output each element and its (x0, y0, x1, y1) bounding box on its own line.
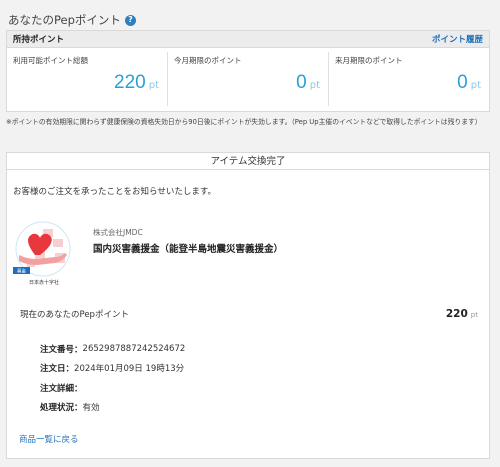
order-date-value: 2024年01月09日 19時13分 (74, 364, 185, 375)
red-cross-donation-logo: 募金 日本赤十字社 (13, 219, 75, 286)
order-number-value: 2652987887242524672 (82, 343, 186, 354)
next-month-expiring-column: 来月期限のポイント 0 pt (329, 52, 489, 106)
page-title-text: あなたのPepポイント (8, 13, 121, 27)
column-label: 利用可能ポイント総額 (13, 56, 88, 65)
current-points-label: 現在のあなたのPepポイント (20, 310, 129, 320)
item-name: 国内災害義援金（能登半島地震災害義援金） (93, 244, 284, 255)
logo-caption: 日本赤十字社 (29, 279, 59, 286)
detail-colon: ： (65, 364, 75, 375)
column-value: 0 pt (296, 72, 320, 94)
current-points-row: 現在のあなたのPepポイント 220 pt (20, 308, 478, 320)
column-label: 来月期限のポイント (335, 56, 403, 65)
current-points-value: 220 (445, 308, 468, 320)
this-month-expiring-column: 今月期限のポイント 0 pt (168, 52, 329, 106)
order-date-row: 注文日： 2024年01月09日 19時13分 (40, 359, 185, 379)
column-value: 220 pt (114, 72, 159, 94)
help-icon[interactable]: ? (124, 14, 136, 26)
detail-key: 注文番号 (40, 344, 75, 355)
confirmation-message: お客様のご注文を承ったことをお知らせいたします。 (13, 187, 216, 197)
column-value: 0 pt (457, 72, 481, 94)
status-value: 有効 (82, 403, 100, 414)
status-row: 処理状況： 有効 (40, 398, 185, 418)
available-points-value: 220 (114, 72, 146, 93)
back-to-items-link[interactable]: 商品一覧に戻る (19, 433, 79, 445)
expiry-note: ※ポイントの有効期限に関わらず健康保険の資格失効日から90日後にポイントが失効し… (6, 118, 482, 126)
next-month-expiring-value: 0 (457, 72, 468, 93)
card-title: アイテム交換完了 (7, 153, 489, 170)
order-details: 注文番号： 2652987887242524672 注文日： 2024年01月0… (40, 339, 185, 417)
current-points-value-wrap: 220 pt (446, 308, 478, 320)
points-summary-panel: 所持ポイント ポイント履歴 利用可能ポイント総額 220 pt 今月期限のポイン… (6, 30, 490, 112)
detail-colon: ： (74, 403, 83, 414)
detail-key: 注文詳細 (40, 383, 75, 394)
points-unit: pt (470, 80, 481, 91)
this-month-expiring-value: 0 (296, 72, 307, 93)
detail-key: 処理状況 (40, 403, 75, 414)
column-label: 今月期限のポイント (174, 56, 242, 65)
logo-badge-text: 募金 (17, 268, 26, 275)
detail-colon: ： (74, 344, 83, 355)
order-number-row: 注文番号： 2652987887242524672 (40, 339, 185, 359)
exchange-complete-card: アイテム交換完了 お客様のご注文を承ったことをお知らせいたします。 募金 日本赤… (6, 152, 490, 459)
detail-colon: ： (74, 383, 83, 394)
detail-key: 注文日 (40, 364, 66, 375)
points-summary-header: 所持ポイント ポイント履歴 (7, 31, 489, 48)
order-detail-row: 注文詳細： (40, 378, 185, 398)
points-columns: 利用可能ポイント総額 220 pt 今月期限のポイント 0 pt 来月期限のポイ… (7, 48, 489, 110)
company-name: 株式会社JMDC (93, 228, 143, 237)
points-unit: pt (148, 80, 159, 91)
points-unit: pt (470, 311, 478, 319)
available-points-column: 利用可能ポイント総額 220 pt (7, 52, 168, 106)
point-history-link[interactable]: ポイント履歴 (432, 33, 483, 45)
points-unit: pt (309, 80, 320, 91)
item-info: 株式会社JMDC 国内災害義援金（能登半島地震災害義援金） (93, 227, 283, 255)
points-summary-label: 所持ポイント (13, 35, 65, 45)
page-title: あなたのPepポイント ? (8, 12, 136, 28)
